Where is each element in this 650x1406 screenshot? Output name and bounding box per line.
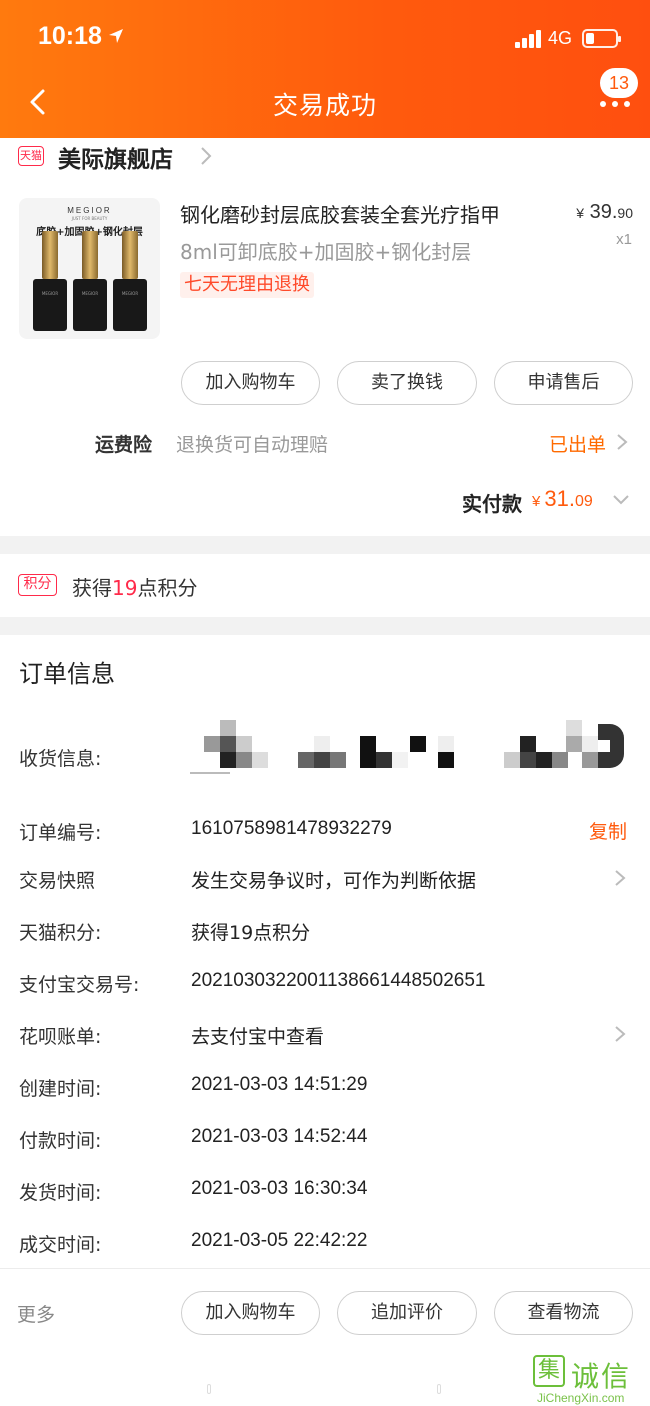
snapshot-description[interactable]: 发生交易争议时，可作为判断依据	[191, 866, 476, 893]
watermark-glyph: 集	[533, 1355, 565, 1387]
order-info-label: 成交时间:	[19, 1234, 102, 1256]
order-info-label[interactable]: 花呗账单:	[19, 1022, 101, 1049]
tmall-badge: 天猫	[18, 146, 44, 166]
watermark-logo: 集 诚信 JiChengXin.com	[533, 1355, 648, 1406]
order-info-label: 支付宝交易号:	[19, 974, 140, 996]
bottom-add-to-cart-button[interactable]: 加入购物车	[181, 1291, 320, 1335]
store-row[interactable]: 天猫 美际旗舰店	[0, 138, 650, 186]
copy-order-number-button[interactable]: 复制	[589, 817, 627, 844]
product-price: ¥ 39.90	[576, 201, 633, 223]
watermark-text: 诚信	[571, 1360, 632, 1393]
points-text: 获得19点积分	[72, 576, 198, 600]
order-info-label: 收货信息:	[19, 748, 102, 770]
message-count-badge: 13	[600, 68, 638, 98]
product-image[interactable]: MEGIOR JUST FOR BEAUTY 底胶+加固胶+钢化封层 MEGIO…	[19, 198, 160, 339]
chevron-right-icon	[201, 147, 212, 165]
bottle-graphic: MEGIOR	[73, 231, 107, 331]
created-time: 2021-03-03 14:51:29	[191, 1074, 368, 1095]
alipay-transaction-number: 2021030322001138661448502651	[191, 970, 486, 991]
return-policy-tag: 七天无理由退换	[180, 272, 314, 298]
order-info-label: 订单编号:	[19, 822, 102, 844]
bottle-graphic: MEGIOR	[33, 231, 67, 331]
bottle-graphic: MEGIOR	[113, 231, 147, 331]
paid-label: 实付款	[462, 492, 522, 516]
signal-icon	[515, 30, 541, 48]
home-indicator	[207, 1384, 443, 1394]
product-quantity: x1	[616, 231, 632, 248]
huabei-bill-link[interactable]: 去支付宝中查看	[191, 1022, 324, 1049]
chevron-right-icon[interactable]	[616, 433, 628, 451]
redacted-address	[190, 720, 630, 792]
page-title: 交易成功	[272, 91, 377, 120]
more-options-icon[interactable]	[600, 101, 630, 109]
chevron-down-icon[interactable]	[612, 494, 630, 506]
shipping-insurance-label: 运费险	[95, 434, 153, 456]
shipped-time: 2021-03-03 16:30:34	[191, 1178, 368, 1199]
shipping-insurance-description: 退换货可自动理赔	[176, 434, 329, 456]
points-badge: 积分	[18, 574, 57, 596]
chevron-right-icon[interactable]	[614, 1025, 626, 1043]
tmall-points-value: 获得19点积分	[191, 922, 311, 944]
order-info-label: 付款时间:	[19, 1130, 102, 1152]
order-info-label: 发货时间:	[19, 1182, 102, 1204]
status-time: 10:18	[38, 22, 102, 50]
status-bar: 10:18 4G	[0, 0, 650, 76]
product-image-brand: MEGIOR	[67, 206, 112, 215]
chevron-right-icon[interactable]	[614, 869, 626, 887]
after-sale-button[interactable]: 申请售后	[494, 361, 633, 405]
network-type: 4G	[548, 28, 573, 48]
product-spec: 8ml可卸底胶+加固胶+钢化封层	[180, 240, 472, 264]
paid-time: 2021-03-03 14:52:44	[191, 1126, 368, 1147]
section-divider	[0, 617, 650, 635]
product-image-brand-sub: JUST FOR BEAUTY	[71, 216, 108, 221]
order-info-label[interactable]: 交易快照	[19, 866, 95, 893]
shipping-insurance-status[interactable]: 已出单	[549, 430, 606, 457]
resell-button[interactable]: 卖了换钱	[337, 361, 477, 405]
bottom-bar-divider	[0, 1268, 650, 1269]
paid-amount: ¥31.09	[532, 486, 593, 511]
location-arrow-icon	[109, 29, 123, 43]
view-logistics-button[interactable]: 查看物流	[494, 1291, 633, 1335]
header-bar: 10:18 4G 交易成功 13	[0, 0, 650, 138]
battery-icon	[582, 29, 621, 48]
order-number: 1610758981478932279	[191, 818, 392, 839]
more-button[interactable]: 更多	[17, 1300, 55, 1327]
order-info-label: 天猫积分:	[19, 922, 102, 944]
add-review-button[interactable]: 追加评价	[337, 1291, 477, 1335]
order-info-label: 创建时间:	[19, 1078, 102, 1100]
store-name[interactable]: 美际旗舰店	[58, 140, 173, 174]
add-to-cart-button[interactable]: 加入购物车	[181, 361, 320, 405]
product-title[interactable]: 钢化磨砂封层底胶套装全套光疗指甲	[180, 199, 500, 228]
order-info-title: 订单信息	[19, 660, 115, 688]
watermark-domain: JiChengXin.com	[537, 1391, 625, 1405]
completed-time: 2021-03-05 22:42:22	[191, 1230, 368, 1251]
section-divider	[0, 536, 650, 554]
